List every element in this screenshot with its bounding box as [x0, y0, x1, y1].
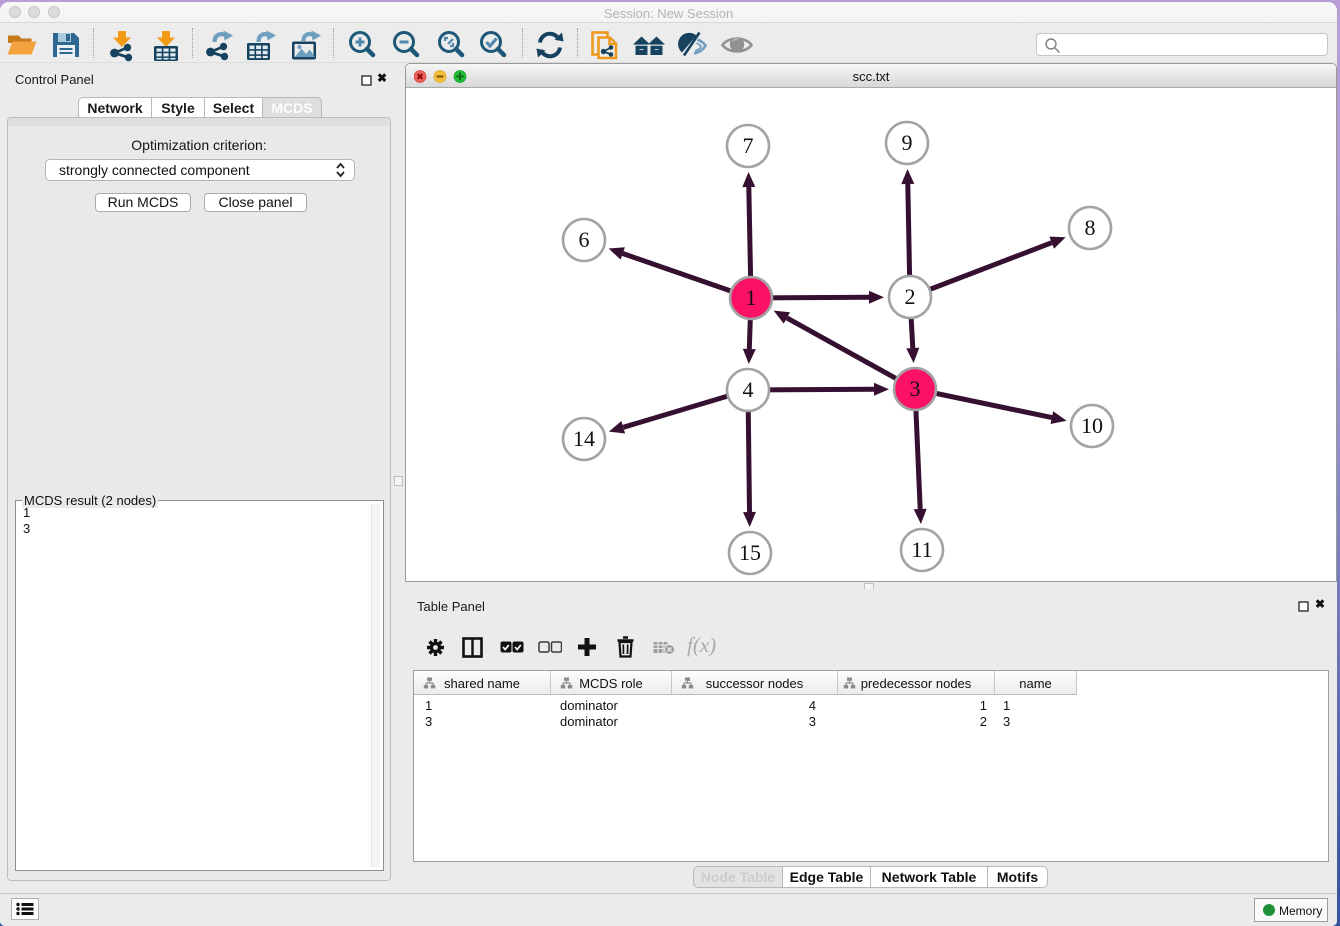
svg-text:3: 3	[910, 376, 921, 401]
svg-text:10: 10	[1081, 413, 1103, 438]
svg-text:6: 6	[579, 227, 590, 252]
svg-text:7: 7	[743, 133, 754, 158]
svg-text:2: 2	[905, 284, 916, 309]
svg-text:4: 4	[743, 377, 754, 402]
svg-text:14: 14	[573, 426, 595, 451]
svg-text:15: 15	[739, 540, 761, 565]
svg-text:8: 8	[1085, 215, 1096, 240]
svg-text:9: 9	[902, 130, 913, 155]
svg-text:11: 11	[911, 537, 932, 562]
svg-text:1: 1	[746, 285, 757, 310]
